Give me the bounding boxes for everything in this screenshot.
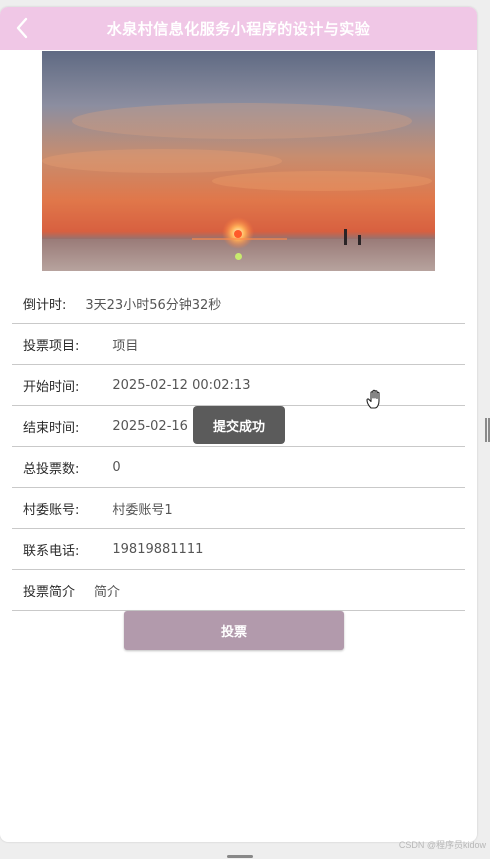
phone-row: 联系电话: 19819881111 xyxy=(12,529,465,570)
phone-screen: 水泉村信息化服务小程序的设计与实验 倒计时: 3天23小时56分钟32秒 投票项… xyxy=(0,7,477,842)
success-toast: 提交成功 xyxy=(193,406,285,444)
countdown-value: 3天23小时56分钟32秒 xyxy=(85,297,222,313)
total-votes-row: 总投票数: 0 xyxy=(12,447,465,488)
sunset-photo xyxy=(42,51,435,271)
page-title: 水泉村信息化服务小程序的设计与实验 xyxy=(106,20,371,38)
home-indicator[interactable] xyxy=(227,855,253,858)
intro-value: 简介 xyxy=(94,584,121,600)
project-value: 项目 xyxy=(112,338,139,354)
phone-label: 联系电话: xyxy=(23,543,80,559)
end-time-label: 结束时间: xyxy=(23,420,80,436)
countdown-row: 倒计时: 3天23小时56分钟32秒 xyxy=(12,283,465,324)
countdown-label: 倒计时: xyxy=(23,297,67,313)
watermark: CSDN @程序员kidow xyxy=(398,840,486,850)
project-label: 投票项目: xyxy=(23,338,80,354)
back-arrow-icon xyxy=(16,17,28,39)
account-label: 村委账号: xyxy=(23,502,80,518)
account-row: 村委账号: 村委账号1 xyxy=(12,488,465,529)
nav-header: 水泉村信息化服务小程序的设计与实验 xyxy=(0,7,477,50)
start-time-value: 2025-02-12 00:02:13 xyxy=(112,377,251,393)
total-votes-value: 0 xyxy=(112,459,121,475)
start-time-row: 开始时间: 2025-02-12 00:02:13 xyxy=(12,365,465,406)
account-value: 村委账号1 xyxy=(112,502,173,518)
intro-row: 投票简介 简介 xyxy=(12,570,465,611)
vote-info-list: 倒计时: 3天23小时56分钟32秒 投票项目: 项目 开始时间: 2025-0… xyxy=(12,283,465,611)
banner-carousel[interactable] xyxy=(42,51,435,271)
project-row: 投票项目: 项目 xyxy=(12,324,465,365)
back-button[interactable] xyxy=(8,14,36,42)
intro-label: 投票简介 xyxy=(23,584,76,600)
start-time-label: 开始时间: xyxy=(23,379,80,395)
carousel-indicator-dot[interactable] xyxy=(235,253,242,260)
hand-cursor-icon xyxy=(366,389,380,409)
resize-handle[interactable] xyxy=(485,418,490,442)
vote-button[interactable]: 投票 xyxy=(124,611,344,650)
total-votes-label: 总投票数: xyxy=(23,461,80,477)
phone-value: 19819881111 xyxy=(112,541,204,557)
